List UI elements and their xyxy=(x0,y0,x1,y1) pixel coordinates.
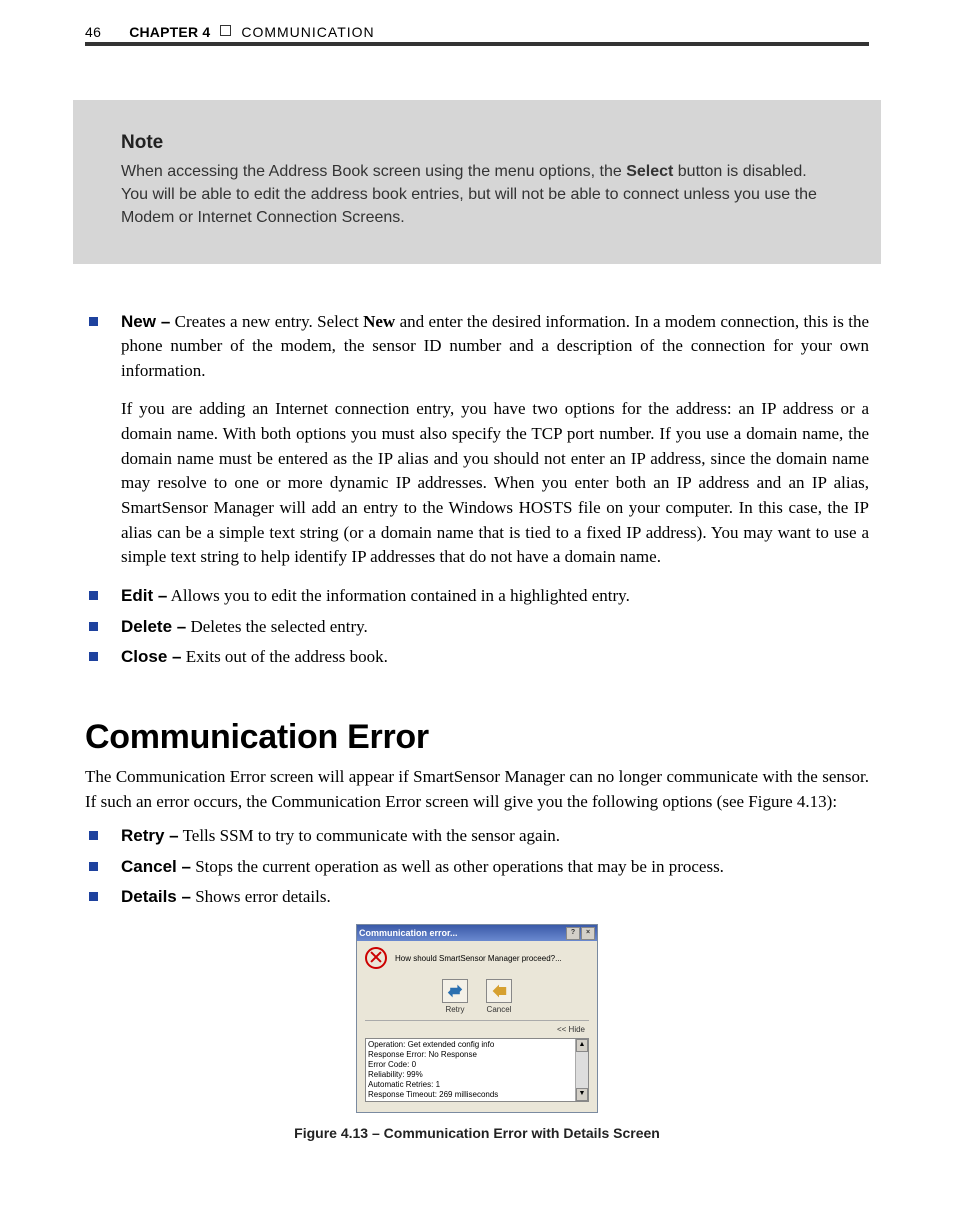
detail-line: Automatic Retries: 1 xyxy=(368,1080,574,1090)
dialog-titlebar: Communication error... ? × xyxy=(357,925,597,941)
term-new: New – xyxy=(121,312,170,331)
term-delete: Delete – xyxy=(121,617,186,636)
close-button[interactable]: × xyxy=(581,927,595,940)
definition-list-2: Retry – Tells SSM to try to communicate … xyxy=(85,824,869,910)
dialog-prompt: How should SmartSensor Manager proceed?.… xyxy=(395,954,562,963)
page-number: 46 xyxy=(85,24,101,40)
list-item: Edit – Allows you to edit the informatio… xyxy=(85,584,869,609)
list-item: Delete – Deletes the selected entry. xyxy=(85,615,869,640)
scroll-down-icon[interactable]: ▼ xyxy=(576,1088,588,1101)
error-icon xyxy=(365,947,387,969)
note-title: Note xyxy=(121,132,833,154)
error-details-textarea[interactable]: Operation: Get extended config info Resp… xyxy=(365,1038,589,1102)
hide-button[interactable]: << Hide xyxy=(557,1025,585,1034)
list-item: Close – Exits out of the address book. xyxy=(85,645,869,670)
section-intro: The Communication Error screen will appe… xyxy=(85,765,869,814)
detail-line: Operation: Get extended config info xyxy=(368,1040,574,1050)
cancel-icon xyxy=(486,979,512,1003)
term-close: Close – xyxy=(121,647,181,666)
note-callout: Note When accessing the Address Book scr… xyxy=(73,100,881,264)
term-edit: Edit – xyxy=(121,586,167,605)
cancel-button[interactable]: Cancel xyxy=(486,979,512,1014)
figure-caption: Figure 4.13 – Communication Error with D… xyxy=(85,1125,869,1141)
section-heading: Communication Error xyxy=(85,718,869,757)
detail-line: Response Error: No Response xyxy=(368,1050,574,1060)
chapter-title: COMMUNICATION xyxy=(241,24,374,40)
term-cancel: Cancel – xyxy=(121,857,191,876)
retry-button[interactable]: Retry xyxy=(442,979,468,1014)
detail-line: Error Code: 0 xyxy=(368,1060,574,1070)
retry-icon xyxy=(442,979,468,1003)
help-button[interactable]: ? xyxy=(566,927,580,940)
sub-paragraph: If you are adding an Internet connection… xyxy=(121,397,869,569)
scroll-up-icon[interactable]: ▲ xyxy=(576,1039,588,1052)
scrollbar[interactable]: ▲ ▼ xyxy=(575,1039,588,1101)
header-divider-icon xyxy=(220,25,231,36)
page-header: 46 CHAPTER 4 COMMUNICATION xyxy=(85,24,869,46)
list-item: Retry – Tells SSM to try to communicate … xyxy=(85,824,869,849)
definition-list-1: New – Creates a new entry. Select New an… xyxy=(85,310,869,670)
list-item: New – Creates a new entry. Select New an… xyxy=(85,310,869,570)
detail-line: Response Timeout: 269 milliseconds xyxy=(368,1090,574,1100)
list-item: Details – Shows error details. xyxy=(85,885,869,910)
note-body: When accessing the Address Book screen u… xyxy=(121,160,833,230)
chapter-label: CHAPTER 4 xyxy=(129,24,210,40)
term-retry: Retry – xyxy=(121,826,179,845)
figure: Communication error... ? × How should Sm… xyxy=(85,924,869,1141)
dialog-title: Communication error... xyxy=(359,928,458,938)
term-details: Details – xyxy=(121,887,191,906)
list-item: Cancel – Stops the current operation as … xyxy=(85,855,869,880)
detail-line: Reliability: 99% xyxy=(368,1070,574,1080)
communication-error-dialog: Communication error... ? × How should Sm… xyxy=(356,924,598,1113)
